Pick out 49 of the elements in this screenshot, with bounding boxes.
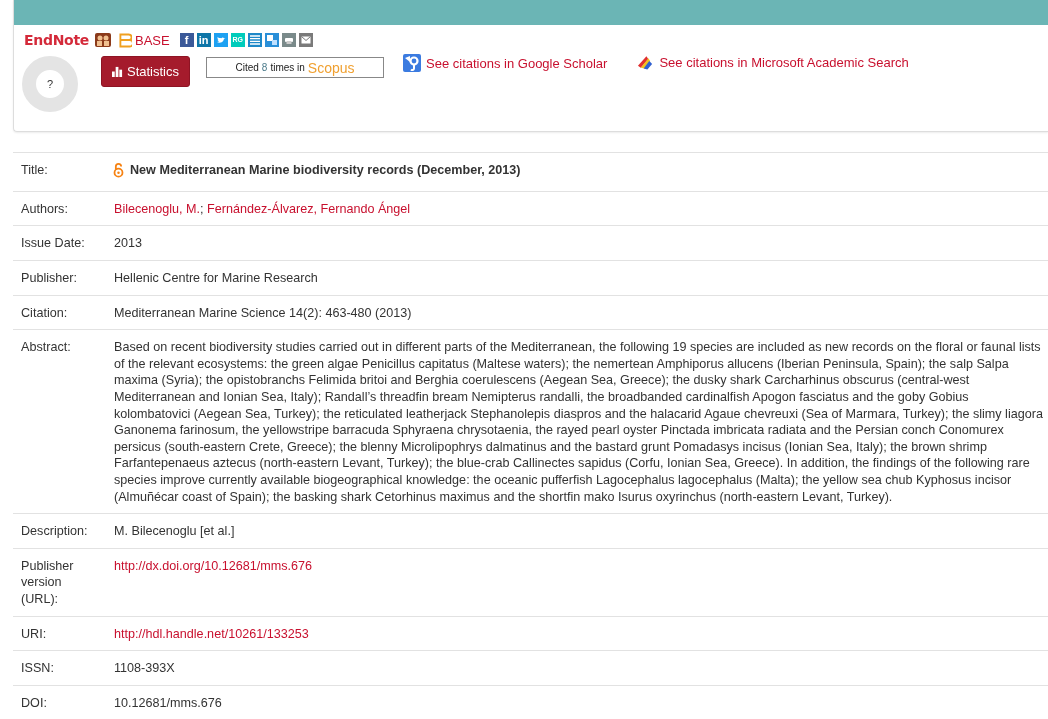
field-label: URI: xyxy=(13,616,106,651)
altmetric-badge[interactable]: ? xyxy=(22,56,78,112)
field-label: Citation: xyxy=(13,295,106,330)
citations-label: See citations in Google Scholar xyxy=(426,55,608,71)
field-value: M. Bilecenoglu [et al.] xyxy=(114,524,235,539)
scholar-icon xyxy=(403,54,421,72)
field-label: Description: xyxy=(13,513,106,549)
statistics-button[interactable]: Statistics xyxy=(101,56,190,87)
field-value: 2013 xyxy=(114,236,143,251)
altmetric-score: ? xyxy=(46,78,54,90)
field-value: 10.12681/mms.676 xyxy=(114,695,222,710)
bar-chart-icon xyxy=(112,66,123,77)
field-label: Issue Date: xyxy=(13,226,106,261)
citation-count: 8 xyxy=(261,62,268,73)
people-icon[interactable] xyxy=(95,32,111,48)
field-value: 1108-393X xyxy=(114,661,175,676)
base-icon xyxy=(119,32,132,48)
url-link[interactable]: http://dx.doi.org/10.12681/mms.676 xyxy=(114,558,313,573)
field-label: Authors: xyxy=(13,191,106,226)
separator: ; xyxy=(200,201,204,216)
field-label: ISSN: xyxy=(13,650,106,686)
linkedin-icon[interactable]: in xyxy=(196,33,211,47)
citations-link[interactable]: See citations in Google Scholar xyxy=(403,54,608,72)
times-in-label: times in xyxy=(270,62,305,73)
author-link[interactable]: Bilecenoglu, M. xyxy=(114,201,201,216)
author-link[interactable]: Fernández-Álvarez, Fernando Ángel xyxy=(207,201,411,216)
field-value: Based on recent biodiversity studies carried out in different parts of the Mediterranean, the following 19 species are included as new records on the floral or faunal lists of the relevant ecosystems: the green algae Penicillus capitatus (Maltese waters); the nemertean Amphiporus allucens (Iberian Peninsula, Spain); the salp Salpa maxima (Syria); the opistobranchs Felimida britoi and Berghia coerulescens (Aegean Sea, Greece); the dusky shark Carcharhinus obscurus (central-west Mediterranean and Ionian Sea, Italy); Randall’s threadfin bream Nemipterus randalli, the broadbanded cardinalfish Apogon fasciatus and the goby Gobius kolombatovici (Aegean Sea, Turkey); the reticulated leatherjack Stephanolepis diaspros and the halacarid Agaue chevreuxi (Sea of Marmara, Turkey); the slimy liagora Ganonema farinosum, the yellowstripe barracuda Sphyraena chrysotaenia, the rayed pearl oyster Pinctada imbricata radiata and the Persian conch Conomurex persicus (south-eastern Crete, Greece); the blenny Microlipophrys dalmatinus and the bastard grunt Pomadasys incisus (Ionian Sea, Italy); the brown shrimp Farfantepenaeus aztecus (north-eastern Levant, Turkey); the blue-crab Callinectes sapidus (Corfu, Ionian Sea, Greece). In addition, the findings of the following rare species improve currently available biogeographical knowledge: the oceanic pufferfish Lagocephalus lagocephalus (Malta); the yellow sea chub Kyphosus incisor (Almuñécar coast of Spain); the basking shark Cetorhinus maximus and the shortfin mako Isurus oxyrinchus (north-eastern Levant, Turkey). xyxy=(114,340,1043,504)
endnote-link[interactable]: EndNote xyxy=(24,32,89,48)
record-title: New Mediterranean Marine biodiversity records (December, 2013) xyxy=(130,162,521,179)
cited-label: Cited xyxy=(235,62,259,73)
field-label: Publisher: xyxy=(13,260,106,296)
url-link[interactable]: http://hdl.handle.net/10261/133253 xyxy=(114,626,309,641)
field-label: Abstract: xyxy=(13,329,106,514)
list-icon[interactable] xyxy=(247,33,262,47)
field-value: Mediterranean Marine Science 14(2): 463-480 (2013) xyxy=(114,305,412,320)
print-icon[interactable] xyxy=(281,33,296,47)
scopus-label: Scopus xyxy=(307,59,355,76)
field-label: DOI: xyxy=(13,685,106,719)
facebook-icon[interactable]: f xyxy=(179,33,194,47)
mail-icon[interactable] xyxy=(298,33,313,47)
base-link[interactable]: BASE xyxy=(119,32,170,48)
scopus-citations-badge[interactable]: Cited 8 times in Scopus xyxy=(206,57,384,78)
field-value: Hellenic Centre for Marine Research xyxy=(114,271,318,286)
field-label: Title: xyxy=(13,152,106,192)
squares-icon[interactable] xyxy=(264,33,279,47)
base-label: BASE xyxy=(135,32,170,48)
bird-icon[interactable] xyxy=(213,33,228,47)
books-icon xyxy=(637,54,655,70)
field-label: Publisher version (URL): xyxy=(13,548,106,617)
